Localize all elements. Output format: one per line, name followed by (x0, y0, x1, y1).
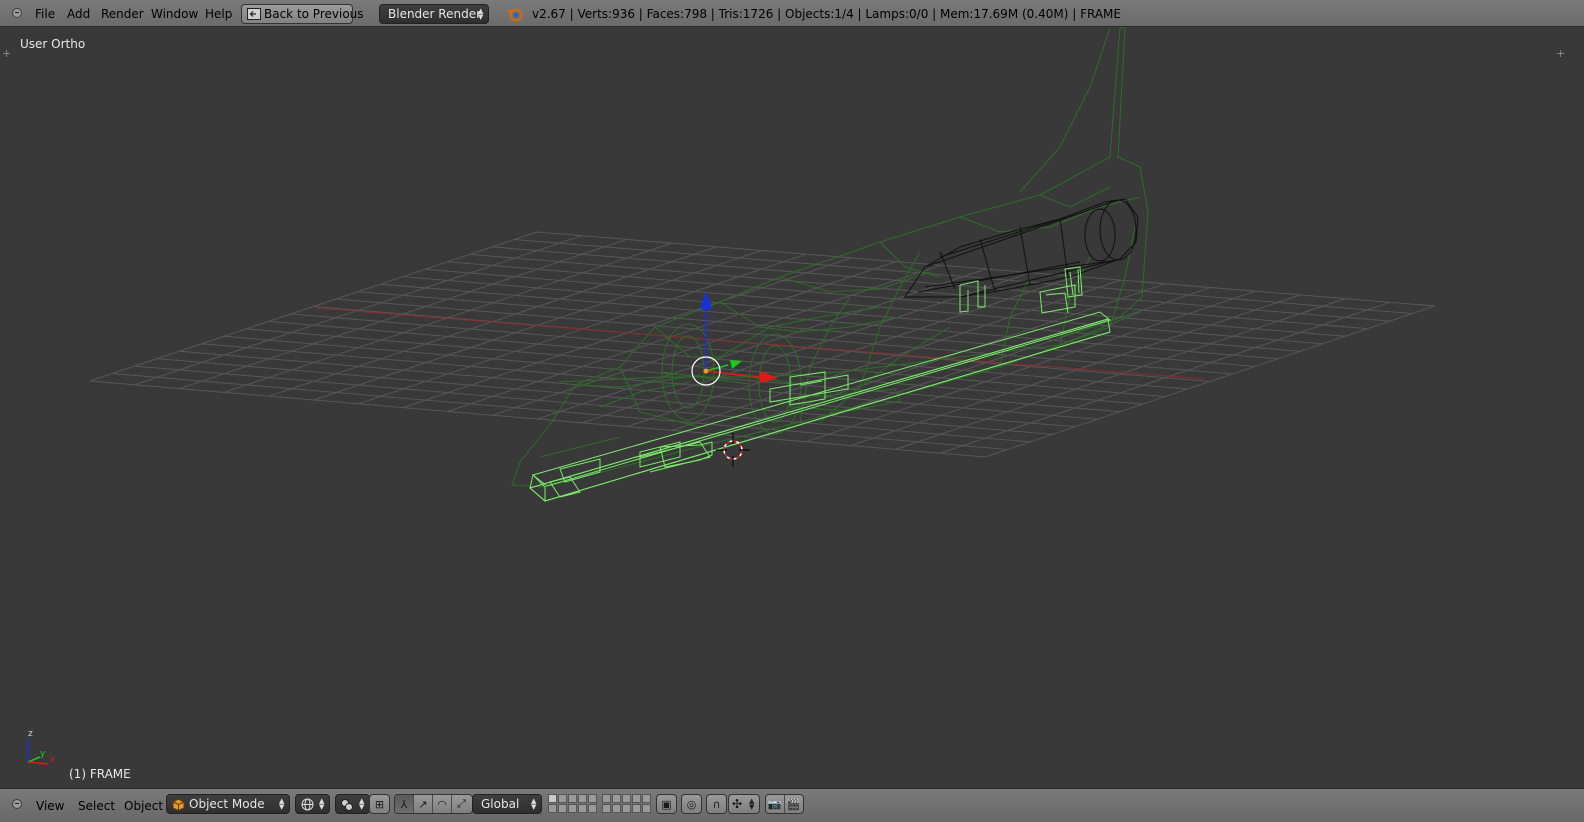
center-points-icon: ⊞ (374, 797, 385, 811)
floor-grid (89, 231, 1436, 458)
grid-line (89, 380, 986, 458)
view-axis-widget: z y x (27, 729, 56, 765)
engine-nacelle-wireframe (904, 198, 1139, 298)
pivot-point-dropdown[interactable]: ▲ ▼ (335, 794, 370, 814)
render-still-camera-icon[interactable]: 📷 (766, 795, 785, 813)
scene-stats: v2.67 | Verts:936 | Faces:798 | Tris:172… (532, 7, 1121, 21)
object-origin-icon (703, 368, 709, 374)
snap-element-dropdown[interactable]: ✣ ▲ ▼ (728, 794, 760, 814)
menu-file[interactable]: File (35, 0, 55, 27)
manipulator-toggle-icon[interactable]: ⅄ (395, 795, 414, 813)
opengl-render-buttons: 📷 🎬 (765, 794, 804, 814)
viewport-shading-dropdown[interactable]: ▲ ▼ (295, 794, 330, 814)
snap-toggle[interactable]: ∩ (706, 794, 727, 814)
menu-object[interactable]: Object (124, 791, 163, 818)
menu-help[interactable]: Help (205, 0, 232, 27)
back-to-previous-button[interactable]: Back to Previous (241, 4, 364, 24)
z-axis-arrow-icon[interactable] (700, 291, 712, 309)
menu-select[interactable]: Select (78, 791, 115, 818)
view-name-label: User Ortho (20, 37, 86, 51)
render-engine-dropdown[interactable]: Blender Render ▲ ▼ (379, 4, 489, 24)
dropdown-arrows-icon: ▲ ▼ (359, 797, 365, 811)
object-mode-cube-icon (172, 798, 185, 811)
blender-logo-icon (507, 8, 523, 22)
render-engine-label: Blender Render (388, 7, 482, 21)
mode-dropdown[interactable]: Object Mode ▲ ▼ (166, 794, 290, 814)
grid-line (157, 358, 1053, 435)
transform-orientation-dropdown[interactable]: Global ▲ ▼ (472, 794, 542, 814)
rotate-manipulator-icon[interactable]: ◠ (433, 795, 452, 813)
menu-render[interactable]: Render (101, 0, 144, 27)
grid-line (112, 373, 1008, 450)
layers-group-1[interactable] (548, 794, 597, 814)
transform-orientation-label: Global (481, 797, 520, 811)
properties-expand-icon[interactable]: + (1556, 48, 1565, 59)
layers-group-2[interactable] (602, 794, 651, 814)
pivot-point-icon (341, 799, 353, 811)
grid-line (940, 301, 1391, 454)
grid-line (895, 298, 1346, 450)
info-header: File Add Render Window Help Back to Prev… (0, 0, 1584, 27)
menu-window[interactable]: Window (151, 0, 198, 27)
grid-line (984, 305, 1436, 458)
manipulator-toggles: ⅄ ↗ ◠ ⤢ (394, 794, 473, 814)
dropdown-arrows-icon: ▲ ▼ (478, 7, 484, 21)
viewport-scene[interactable]: z y x (0, 27, 1584, 788)
proportional-edit-icon: ◎ (686, 797, 697, 811)
y-axis-arrow-icon[interactable] (730, 360, 742, 369)
wireframe-sphere-icon (301, 798, 314, 811)
frame-object-label: (1) FRAME (69, 767, 131, 781)
car-body-wireframe (511, 27, 1149, 488)
axis-x-label: x (50, 755, 56, 765)
magnet-icon: ∩ (712, 797, 721, 811)
3d-view-header: View Select Object Object Mode ▲ ▼ ▲ ▼ ▲ ▼ … (0, 788, 1584, 822)
manipulate-center-points-toggle[interactable]: ⊞ (369, 794, 390, 814)
3d-viewport[interactable]: z y x User Ortho (1) FRAME + + (0, 27, 1584, 788)
area-collapse-icon[interactable] (12, 799, 22, 809)
proportional-edit-toggle[interactable]: ◎ (681, 794, 702, 814)
menu-view[interactable]: View (36, 791, 64, 818)
grid-line (134, 365, 1031, 443)
axis-y-label: y (40, 749, 46, 759)
lock-layers-toggle[interactable]: ▣ (656, 794, 677, 814)
scale-manipulator-icon[interactable]: ⤢ (452, 795, 471, 813)
axis-z-label: z (28, 729, 33, 739)
back-to-previous-label: Back to Previous (264, 7, 364, 21)
screen-back-icon (247, 8, 261, 20)
area-collapse-icon[interactable] (12, 8, 22, 18)
lock-scene-icon: ▣ (661, 797, 672, 811)
dropdown-arrows-icon: ▲ ▼ (531, 797, 537, 811)
toolshelf-expand-icon[interactable]: + (2, 48, 11, 59)
dropdown-arrows-icon: ▲ ▼ (319, 797, 325, 811)
menu-add[interactable]: Add (67, 0, 90, 27)
dropdown-arrows-icon: ▲ ▼ (749, 797, 755, 811)
mode-label: Object Mode (189, 797, 265, 811)
render-animation-clapper-icon[interactable]: 🎬 (785, 795, 803, 813)
translate-manipulator-icon[interactable]: ↗ (414, 795, 433, 813)
dropdown-arrows-icon: ▲ ▼ (279, 797, 285, 811)
snap-grid-icon: ✣ (732, 797, 743, 811)
3d-cursor-icon[interactable] (716, 433, 750, 467)
